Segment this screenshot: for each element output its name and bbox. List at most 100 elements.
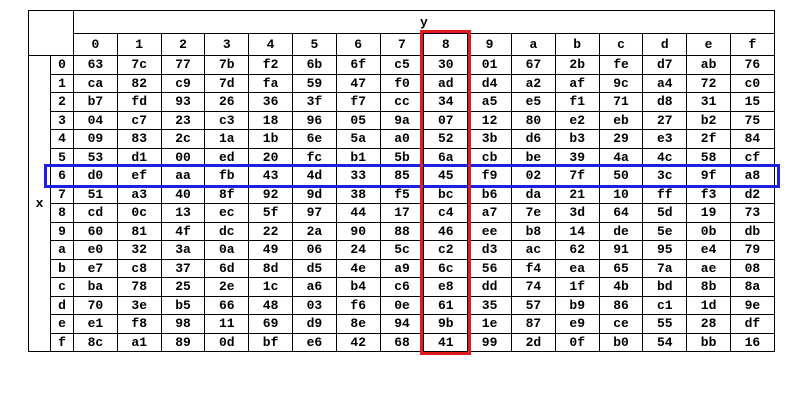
sbox-cell: 25 (160, 277, 206, 297)
sbox-cell: f8 (116, 314, 162, 334)
sbox-cell: a5 (467, 92, 512, 112)
sbox-cell: 3a (160, 240, 206, 260)
sbox-cell: d5 (292, 258, 337, 278)
sbox-cell: dc (204, 221, 250, 241)
sbox-cell: 4b (598, 277, 644, 297)
sbox-cell: 5f (248, 203, 293, 223)
sbox-cell: 0d (204, 332, 250, 352)
column-header-2: 2 (160, 33, 206, 56)
sbox-cell: 58 (686, 147, 731, 167)
sbox-cell: 46 (423, 221, 469, 241)
sbox-cell: 45 (423, 166, 469, 186)
sbox-cell: b4 (335, 277, 381, 297)
sbox-cell: 73 (730, 203, 775, 223)
sbox-cell: 34 (423, 92, 469, 112)
sbox-cell: cb (467, 147, 512, 167)
row-header-7: 7 (50, 184, 74, 204)
sbox-cell: 9f (686, 166, 731, 186)
sbox-cell: 0a (204, 240, 250, 260)
sbox-cell: c6 (379, 277, 425, 297)
sbox-cell: 2b (554, 55, 600, 75)
sbox-cell: 8e (335, 314, 381, 334)
sbox-cell: 74 (511, 277, 556, 297)
sbox-cell: 90 (335, 221, 381, 241)
sbox-cell: a2 (511, 73, 556, 93)
row-header-9: 9 (50, 221, 74, 241)
row-header-d: d (50, 295, 74, 315)
sbox-cell: 52 (423, 129, 469, 149)
sbox-cell: d8 (642, 92, 688, 112)
sbox-cell: d6 (511, 129, 556, 149)
sbox-cell: f3 (686, 184, 731, 204)
sbox-cell: e9 (554, 314, 600, 334)
sbox-cell: 07 (423, 110, 469, 130)
sbox-cell: f1 (554, 92, 600, 112)
sbox-cell: db (730, 221, 775, 241)
sbox-cell: fc (292, 147, 337, 167)
sbox-cell: ed (204, 147, 250, 167)
sbox-cell: f7 (335, 92, 381, 112)
sbox-cell: e1 (73, 314, 118, 334)
sbox-cell: 06 (292, 240, 337, 260)
sbox-cell: 12 (467, 110, 512, 130)
sbox-cell: a3 (116, 184, 162, 204)
sbox-cell: 41 (423, 332, 469, 352)
sbox-cell: 81 (116, 221, 162, 241)
sbox-cell: e2 (554, 110, 600, 130)
sbox-cell: e4 (686, 240, 731, 260)
sbox-cell: 53 (73, 147, 118, 167)
sbox-cell: d7 (642, 55, 688, 75)
sbox-cell: 9e (730, 295, 775, 315)
column-header-4: 4 (248, 33, 293, 56)
sbox-cell: 0b (686, 221, 731, 241)
sbox-cell: ff (642, 184, 688, 204)
sbox-cell: 1f (554, 277, 600, 297)
sbox-cell: cd (73, 203, 118, 223)
sbox-cell: 23 (160, 110, 206, 130)
sbox-cell: 44 (335, 203, 381, 223)
sbox-cell: b6 (467, 184, 512, 204)
sbox-cell: 8a (730, 277, 775, 297)
sbox-cell: 77 (160, 55, 206, 75)
sbox-cell: 43 (248, 166, 293, 186)
sbox-cell: 51 (73, 184, 118, 204)
sbox-cell: 00 (160, 147, 206, 167)
sbox-cell: ab (686, 55, 731, 75)
sbox-cell: 59 (292, 73, 337, 93)
sbox-cell: d9 (292, 314, 337, 334)
column-header-e: e (686, 33, 731, 56)
sbox-cell: 55 (642, 314, 688, 334)
row-header-4: 4 (50, 129, 74, 149)
sbox-cell: 0e (379, 295, 425, 315)
sbox-cell: e7 (73, 258, 118, 278)
sbox-cell: 1b (248, 129, 293, 149)
sbox-cell: 1a (204, 129, 250, 149)
sbox-cell: de (598, 221, 644, 241)
sbox-cell: 5a (335, 129, 381, 149)
sbox-cell: 13 (160, 203, 206, 223)
sbox-cell: 38 (335, 184, 381, 204)
column-header-5: 5 (292, 33, 337, 56)
sbox-cell: 97 (292, 203, 337, 223)
sbox-cell: 7d (204, 73, 250, 93)
sbox-cell: d3 (467, 240, 512, 260)
sbox-cell: 4a (598, 147, 644, 167)
sbox-cell: 7b (204, 55, 250, 75)
sbox-cell: b1 (335, 147, 381, 167)
sbox-cell: 5c (379, 240, 425, 260)
row-header-0: 0 (50, 55, 74, 75)
sbox-cell: 7e (511, 203, 556, 223)
sbox-cell: aa (160, 166, 206, 186)
sbox-cell: ca (73, 73, 118, 93)
sbox-cell: a8 (730, 166, 775, 186)
sbox-cell: 10 (598, 184, 644, 204)
sbox-cell: 5b (379, 147, 425, 167)
sbox-cell: 92 (248, 184, 293, 204)
sbox-cell: 36 (248, 92, 293, 112)
sbox-cell: 32 (116, 240, 162, 260)
sbox-cell: 27 (642, 110, 688, 130)
sbox-cell: 11 (204, 314, 250, 334)
sbox-cell: 66 (204, 295, 250, 315)
sbox-cell: 65 (598, 258, 644, 278)
sbox-cell: f6 (335, 295, 381, 315)
